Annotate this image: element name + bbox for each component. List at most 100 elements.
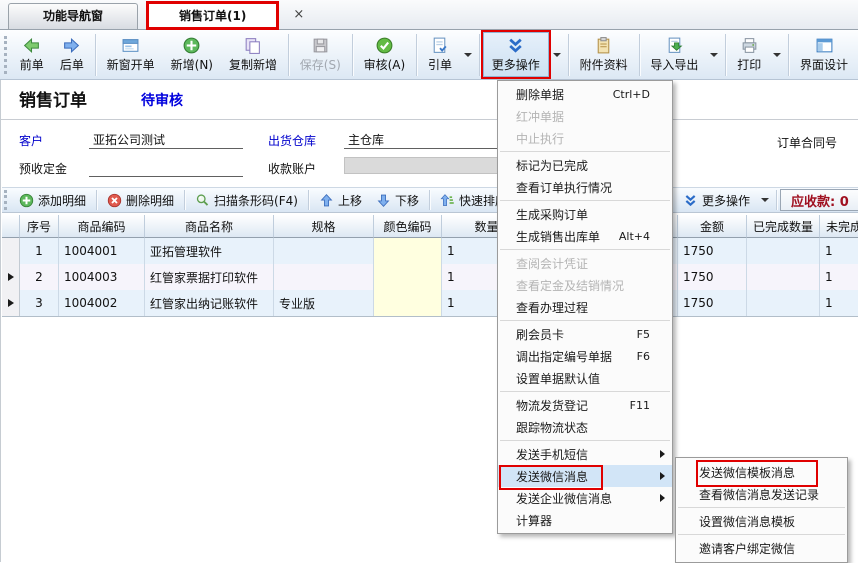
add-detail-button[interactable]: 添加明细 (12, 192, 93, 209)
toolbar-separator (725, 34, 726, 76)
warehouse-label: 出货仓库 (268, 132, 316, 149)
menu-item-mark-complete[interactable]: 标记为已完成 (498, 154, 672, 176)
toolbar-separator (416, 34, 417, 76)
menu-item-generate-outbound[interactable]: 生成销售出库单 Alt+4 (498, 225, 672, 247)
toolbar-separator (479, 34, 480, 76)
customer-field[interactable]: 亚拓公司测试 (93, 131, 165, 148)
toolbar-separator (776, 190, 777, 210)
tab-close-icon[interactable]: × (283, 7, 314, 29)
submenu-item-send-template-message[interactable]: 发送微信模板消息 (676, 461, 847, 483)
delete-detail-button[interactable]: 删除明细 (100, 192, 181, 209)
menu-item-set-defaults[interactable]: 设置单据默认值 (498, 367, 672, 389)
table-row[interactable]: 3 1004002 红管家出纳记账软件 专业版 1 1750 1 (2, 290, 858, 316)
submenu-item-invite-customer-bind[interactable]: 邀请客户绑定微信 (676, 537, 847, 559)
menu-item-track-logistics[interactable]: 跟踪物流状态 (498, 416, 672, 438)
x-circle-icon (107, 193, 122, 208)
clipboard-icon (594, 36, 613, 55)
toolbar-separator (568, 34, 569, 76)
wechat-submenu: 发送微信模板消息 查看微信消息发送记录 设置微信消息模板 邀请客户绑定微信 (675, 457, 848, 563)
row-selector[interactable] (2, 290, 20, 316)
move-up-button[interactable]: 上移 (312, 192, 369, 209)
menu-item-swipe-member-card[interactable]: 刷会员卡 F5 (498, 323, 672, 345)
account-label: 收款账户 (268, 160, 316, 177)
menu-item-generate-purchase-order[interactable]: 生成采购订单 (498, 203, 672, 225)
header-undone-qty[interactable]: 未完成数量 (820, 215, 858, 238)
double-chevron-down-icon (683, 193, 698, 208)
menu-item-view-voucher: 查阅会计凭证 (498, 252, 672, 274)
arrow-down-icon (376, 193, 391, 208)
customer-label: 客户 (19, 132, 43, 149)
header-amount[interactable]: 金额 (678, 215, 747, 238)
menu-item-view-deposit-settlement: 查看定金及结销情况 (498, 274, 672, 296)
tab-function-nav[interactable]: 功能导航窗 (8, 3, 138, 29)
arrow-up-icon (319, 193, 334, 208)
order-detail-table: 序号 商品编码 商品名称 规格 颜色编码 数量 金额 已完成数量 未完成数量 1… (2, 215, 858, 317)
warehouse-field[interactable]: 主仓库 (348, 131, 384, 148)
menu-item-send-enterprise-wechat[interactable]: 发送企业微信消息 (498, 487, 672, 509)
toolbar-separator (308, 190, 309, 210)
detail-more-dropdown-icon[interactable] (761, 198, 769, 202)
approve-button[interactable]: 审核(A) (356, 33, 414, 76)
attachments-button[interactable]: 附件资料 (572, 33, 636, 76)
status-badge: 待审核 (141, 90, 183, 110)
menu-item-calculator[interactable]: 计算器 (498, 509, 672, 531)
menu-item-view-execution[interactable]: 查看订单执行情况 (498, 176, 672, 198)
plus-circle-icon (182, 36, 201, 55)
menu-item-delete-order[interactable]: 删除单据 Ctrl+D (498, 83, 672, 105)
more-actions-button[interactable]: 更多操作 (483, 32, 549, 77)
deposit-field-underline (89, 176, 243, 177)
toolbar-grip (4, 36, 8, 74)
print-dropdown-icon[interactable] (773, 53, 781, 57)
menu-item-view-process[interactable]: 查看办理过程 (498, 296, 672, 318)
submenu-item-view-send-records[interactable]: 查看微信消息发送记录 (676, 483, 847, 505)
move-down-button[interactable]: 下移 (369, 192, 426, 209)
ui-design-button[interactable]: 界面设计 (792, 33, 856, 76)
menu-item-send-sms[interactable]: 发送手机短信 (498, 443, 672, 465)
row-selector[interactable] (2, 264, 20, 290)
submenu-item-set-message-template[interactable]: 设置微信消息模板 (676, 510, 847, 532)
header-done-qty[interactable]: 已完成数量 (747, 215, 820, 238)
table-row[interactable]: 1 1004001 亚拓管理软件 1 1750 1 (2, 238, 858, 264)
header-no[interactable]: 序号 (20, 215, 59, 238)
import-export-button[interactable]: 导入导出 (642, 33, 706, 76)
menu-item-recall-order-by-no[interactable]: 调出指定编号单据 F6 (498, 345, 672, 367)
row-selector[interactable] (2, 238, 20, 264)
menu-separator (500, 151, 670, 152)
save-icon (311, 36, 330, 55)
menu-item-send-wechat[interactable]: 发送微信消息 (498, 465, 672, 487)
color-code-cell[interactable] (374, 290, 442, 316)
header-name[interactable]: 商品名称 (145, 215, 274, 238)
pull-order-button[interactable]: 引单 (420, 33, 460, 76)
receivable-amount: 应收款: 0 (791, 191, 849, 210)
color-code-cell[interactable] (374, 264, 442, 290)
import-export-dropdown-icon[interactable] (710, 53, 718, 57)
menu-separator (500, 249, 670, 250)
copy-new-button[interactable]: 复制新增 (221, 33, 285, 76)
table-row[interactable]: 2 1004003 红管家票据打印软件 1 1750 1 (2, 264, 858, 290)
menu-item-logistics-register[interactable]: 物流发货登记 F11 (498, 394, 672, 416)
sort-icon (440, 193, 455, 208)
toolbar-separator (352, 34, 353, 76)
menu-item-abort-execution: 中止执行 (498, 127, 672, 149)
next-order-button[interactable]: 后单 (52, 33, 92, 76)
more-actions-dropdown-icon[interactable] (553, 53, 561, 57)
new-window-button[interactable]: 新窗开单 (99, 33, 163, 76)
header-gutter (2, 215, 20, 238)
menu-separator (678, 507, 845, 508)
prev-order-button[interactable]: 前单 (12, 33, 52, 76)
import-export-icon (665, 36, 684, 55)
tab-sales-order[interactable]: 销售订单(1) (146, 1, 279, 30)
header-code[interactable]: 商品编码 (59, 215, 145, 238)
header-color[interactable]: 颜色编码 (374, 215, 442, 238)
color-code-cell[interactable] (374, 238, 442, 264)
scan-barcode-button[interactable]: 扫描条形码(F4) (188, 192, 305, 209)
toolbar-separator (429, 190, 430, 210)
check-circle-icon (375, 36, 394, 55)
detail-more-actions-button[interactable]: 更多操作 (676, 192, 757, 209)
magnifier-icon (195, 193, 210, 208)
add-new-button[interactable]: 新增(N) (163, 33, 221, 76)
header-spec[interactable]: 规格 (274, 215, 374, 238)
pull-order-dropdown-icon[interactable] (464, 53, 472, 57)
row-pointer-icon (8, 299, 14, 307)
print-button[interactable]: 打印 (729, 33, 769, 76)
